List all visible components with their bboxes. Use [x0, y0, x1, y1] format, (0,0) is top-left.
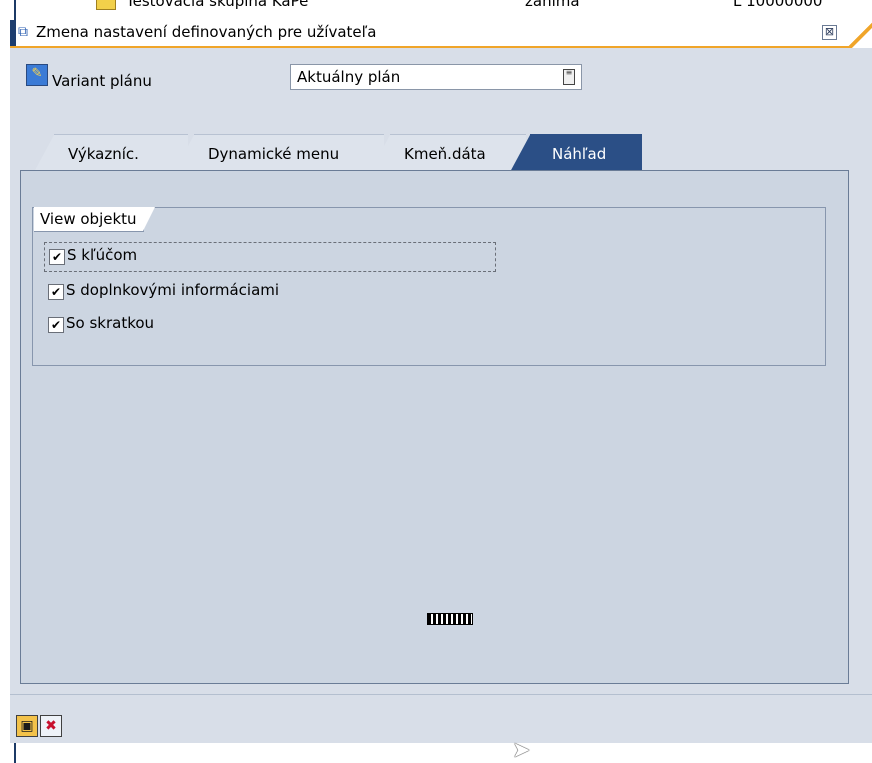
variant-label: Variant plánu	[52, 72, 152, 90]
checkbox[interactable]: ✔	[48, 284, 64, 300]
background-window-row: Testovacia skupina KaPe zanima L 1000000…	[0, 0, 872, 22]
loading-image	[427, 613, 473, 625]
background-row-col2: zanima	[525, 0, 580, 10]
save-button[interactable]: ▣	[16, 715, 38, 737]
dialog-title: Zmena nastavení definovaných pre užívate…	[36, 23, 377, 41]
background-row-name: Testovacia skupina KaPe	[126, 0, 309, 10]
settings-dialog: ⧉ Zmena nastavení definovaných pre užíva…	[10, 20, 872, 743]
folder-icon	[96, 0, 116, 10]
close-button[interactable]: ⊠	[822, 25, 837, 40]
mouse-cursor-icon: ➤	[512, 738, 531, 763]
save-icon: ▣	[20, 718, 34, 734]
background-list-row: Testovacia skupina KaPe zanima L 1000000…	[0, 0, 872, 12]
background-row-col3: L 10000000	[733, 0, 823, 10]
tab-label: Výkazníc.	[68, 145, 139, 163]
option-label: So skratkou	[66, 314, 155, 332]
close-icon: ⊠	[824, 25, 835, 38]
tab-nahlad[interactable]: Náhľad	[510, 134, 642, 172]
cancel-button[interactable]: ✖	[40, 715, 62, 737]
titlebar-accent	[10, 20, 16, 46]
group-title: View objektu	[34, 207, 155, 232]
dropdown-icon[interactable]: ≡	[563, 69, 575, 85]
bottom-toolbar: ▣ ✖	[10, 694, 872, 743]
option-label: S doplnkovými informáciami	[66, 281, 280, 299]
dialog-icon: ⧉	[18, 24, 28, 40]
dialog-titlebar: ⧉ Zmena nastavení definovaných pre užíva…	[10, 20, 872, 48]
titlebar-decoration	[846, 20, 872, 48]
tab-panel: View objektu ✔ S kľúčom ✔ S doplnkovými …	[20, 170, 849, 684]
view-objektu-group: View objektu ✔ S kľúčom ✔ S doplnkovými …	[32, 207, 826, 366]
tab-label: Kmeň.dáta	[404, 145, 486, 163]
tab-dynamicke-menu[interactable]: Dynamické menu	[174, 134, 384, 172]
option-s-klucom[interactable]: ✔ S kľúčom	[44, 242, 496, 272]
tab-kmen-data[interactable]: Kmeň.dáta	[370, 134, 526, 172]
cancel-icon: ✖	[45, 718, 57, 734]
checkbox[interactable]: ✔	[48, 317, 64, 333]
variant-value: Aktuálny plán	[297, 68, 401, 86]
tab-label: Dynamické menu	[208, 145, 340, 163]
variant-edit-icon: ✎	[26, 64, 48, 86]
tab-vykaznic[interactable]: Výkazníc.	[34, 134, 188, 172]
tab-label: Náhľad	[552, 145, 607, 163]
option-label: S kľúčom	[67, 246, 138, 264]
variant-select[interactable]: Aktuálny plán ≡	[290, 64, 582, 90]
checkbox[interactable]: ✔	[49, 249, 65, 265]
